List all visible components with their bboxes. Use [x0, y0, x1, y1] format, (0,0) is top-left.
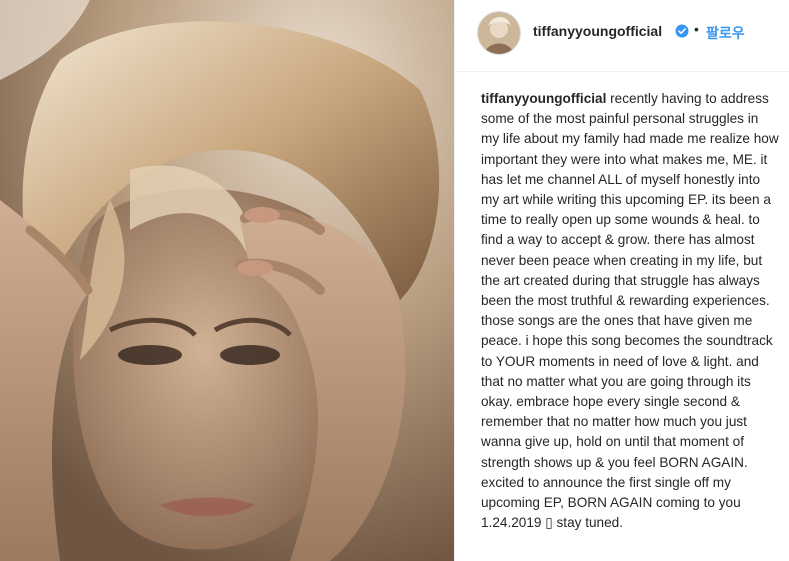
- post-caption: tiffanyyoungofficial recently having to …: [481, 89, 779, 533]
- follow-button[interactable]: 팔로우: [706, 23, 745, 43]
- post-photo[interactable]: [0, 0, 454, 561]
- post-sidebar: tiffanyyoungofficial • 팔로우 tiffanyyoungo…: [454, 0, 789, 561]
- portrait-photo: [0, 0, 454, 561]
- username-link[interactable]: tiffanyyoungofficial: [533, 23, 662, 39]
- avatar-image: [478, 12, 520, 54]
- separator-dot: •: [694, 21, 699, 37]
- caption-text: recently having to address some of the m…: [481, 91, 779, 531]
- avatar[interactable]: [478, 12, 520, 54]
- post-header: tiffanyyoungofficial • 팔로우: [455, 0, 789, 72]
- verified-badge-icon: [675, 24, 689, 38]
- caption-username[interactable]: tiffanyyoungofficial: [481, 91, 606, 106]
